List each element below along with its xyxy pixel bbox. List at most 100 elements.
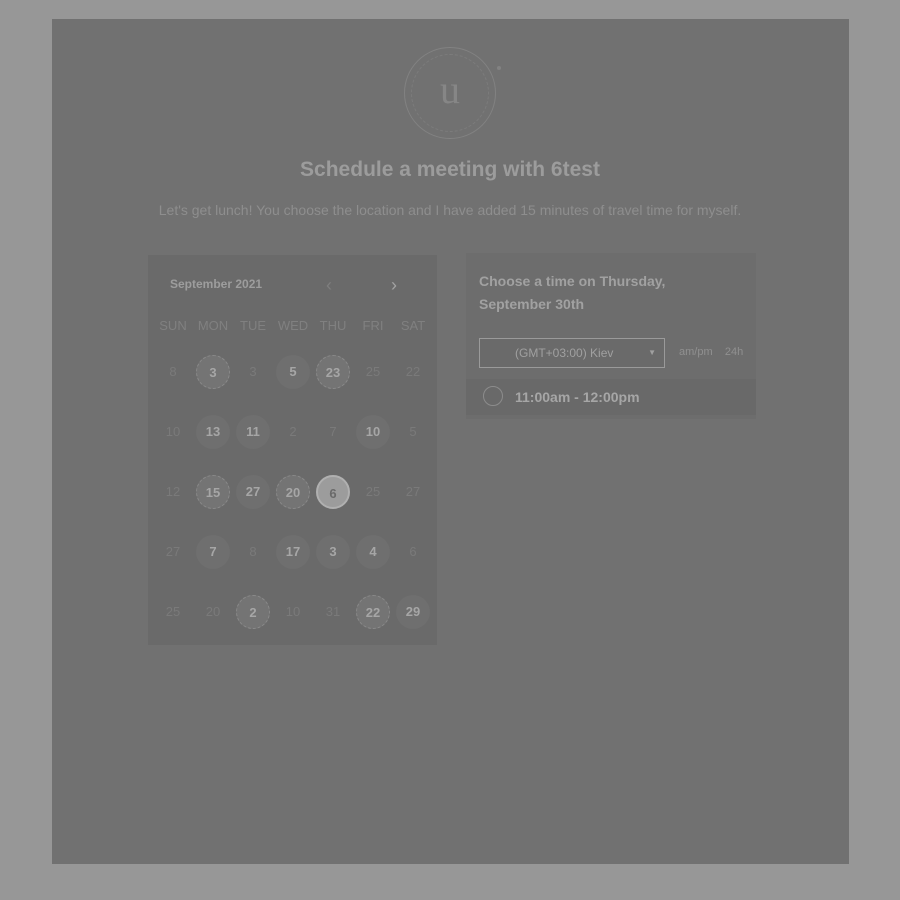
calendar-day: 10: [285, 604, 301, 619]
calendar-cell: 17: [273, 535, 313, 595]
calendar-day: 27: [165, 544, 181, 559]
calendar-cell: 8: [153, 355, 193, 415]
chevron-right-icon[interactable]: ›: [391, 276, 397, 294]
calendar-cell: 8: [233, 535, 273, 595]
calendar-cell: 7: [193, 535, 233, 595]
calendar-cell: 3: [233, 355, 273, 415]
time-picker: Choose a time on Thursday, September 30t…: [466, 253, 756, 419]
calendar-cell: 25: [353, 355, 393, 415]
calendar-day[interactable]: 7: [196, 535, 230, 569]
calendar-day[interactable]: 17: [276, 535, 310, 569]
calendar-cell: 27: [393, 475, 433, 535]
page-description: Let's get lunch! You choose the location…: [158, 202, 742, 218]
weekday-label: THU: [319, 318, 347, 333]
calendar-day: 2: [289, 424, 297, 439]
format-24h-option[interactable]: 24h: [725, 346, 743, 358]
calendar-day: 5: [409, 424, 417, 439]
calendar-day: 12: [165, 484, 181, 499]
calendar-day[interactable]: 23: [316, 355, 350, 389]
calendar-cell: 20: [193, 595, 233, 655]
calendar-cell: 4: [353, 535, 393, 595]
calendar-day-grid: 8 3 3 5 23 25 22 10 13 11 2 7 10 5 12 15 27 20 6 25 27 27 7 8 17…: [153, 355, 433, 655]
calendar-cell: 22: [353, 595, 393, 655]
calendar-day: 25: [165, 604, 181, 619]
calendar-day[interactable]: 13: [196, 415, 230, 449]
calendar-day[interactable]: 4: [356, 535, 390, 569]
logo-letter: u: [440, 67, 460, 112]
calendar-cell: 13: [193, 415, 233, 475]
calendar-cell: 5: [393, 415, 433, 475]
calendar-cell: 2: [233, 595, 273, 655]
calendar-cell: 10: [273, 595, 313, 655]
calendar-cell: 11: [233, 415, 273, 475]
caret-down-icon: ▼: [648, 348, 656, 357]
calendar-day: 7: [329, 424, 337, 439]
calendar-cell: 7: [313, 415, 353, 475]
calendar-month-label: September 2021: [170, 277, 263, 291]
page-title: Schedule a meeting with 6test: [300, 158, 600, 181]
calendar-day[interactable]: 5: [276, 355, 310, 389]
weekday-label: SAT: [400, 318, 426, 333]
calendar-day[interactable]: 2: [236, 595, 270, 629]
calendar-cell: 6: [313, 475, 353, 535]
calendar-cell: 3: [313, 535, 353, 595]
calendar-day: 27: [405, 484, 421, 499]
calendar-day[interactable]: 10: [356, 415, 390, 449]
calendar-cell: 12: [153, 475, 193, 535]
calendar-cell: 23: [313, 355, 353, 415]
format-separator: [716, 346, 722, 358]
calendar-day-selected[interactable]: 6: [316, 475, 350, 509]
time-picker-title: Choose a time on Thursday, September 30t…: [479, 273, 666, 312]
calendar-day: 6: [409, 544, 417, 559]
calendar-day: 8: [249, 544, 257, 559]
calendar-cell: 22: [393, 355, 433, 415]
calendar-day[interactable]: 20: [276, 475, 310, 509]
calendar-day[interactable]: 22: [356, 595, 390, 629]
calendar-cell: 27: [233, 475, 273, 535]
weekday-label: WED: [277, 318, 309, 333]
calendar-day: 20: [205, 604, 221, 619]
calendar-day: 8: [169, 364, 177, 379]
calendar-cell: 25: [353, 475, 393, 535]
calendar-day[interactable]: 3: [316, 535, 350, 569]
weekday-label: MON: [197, 318, 229, 333]
calendar-cell: 27: [153, 535, 193, 595]
calendar-day: 25: [365, 484, 381, 499]
chevron-left-icon[interactable]: ‹: [326, 276, 332, 294]
calendar-day: 3: [249, 364, 257, 379]
calendar-day[interactable]: 27: [236, 475, 270, 509]
calendar-day[interactable]: 3: [196, 355, 230, 389]
calendar-cell: 3: [193, 355, 233, 415]
calendar-cell: 5: [273, 355, 313, 415]
calendar-day[interactable]: 15: [196, 475, 230, 509]
time-slot-label[interactable]: 11:00am - 12:00pm: [515, 389, 640, 405]
calendar-day[interactable]: 11: [236, 415, 270, 449]
calendar-cell: 20: [273, 475, 313, 535]
calendar-day: 25: [365, 364, 381, 379]
time-slot-radio[interactable]: [483, 386, 503, 406]
calendar-cell: 15: [193, 475, 233, 535]
profile-logo: u: [404, 47, 501, 139]
logo-dot: [497, 66, 501, 70]
calendar-day: 22: [405, 364, 421, 379]
calendar-cell: 25: [153, 595, 193, 655]
calendar-cell: 2: [273, 415, 313, 475]
calendar-cell: 31: [313, 595, 353, 655]
time-format-toggle: am/pm 24h: [679, 346, 743, 358]
calendar-day[interactable]: 29: [396, 595, 430, 629]
calendar-cell: 29: [393, 595, 433, 655]
time-slot[interactable]: 11:00am - 12:00pm: [466, 379, 756, 415]
weekday-label: SUN: [159, 318, 187, 333]
calendar-cell: 10: [153, 415, 193, 475]
weekday-label: TUE: [240, 318, 266, 333]
calendar-cell: 6: [393, 535, 433, 595]
timezone-value: (GMT+03:00) Kiev: [515, 346, 614, 360]
calendar-day: 31: [325, 604, 341, 619]
calendar-weekday-header: SUN MON TUE WED THU FRI SAT: [153, 318, 433, 333]
calendar-day: 10: [165, 424, 181, 439]
weekday-label: FRI: [362, 318, 384, 333]
calendar-cell: 10: [353, 415, 393, 475]
calendar: September 2021 ‹ › SUN MON TUE WED THU FRI SAT…: [148, 255, 437, 645]
timezone-select[interactable]: (GMT+03:00) Kiev ▼: [479, 338, 665, 368]
format-12h-option[interactable]: am/pm: [679, 346, 713, 358]
